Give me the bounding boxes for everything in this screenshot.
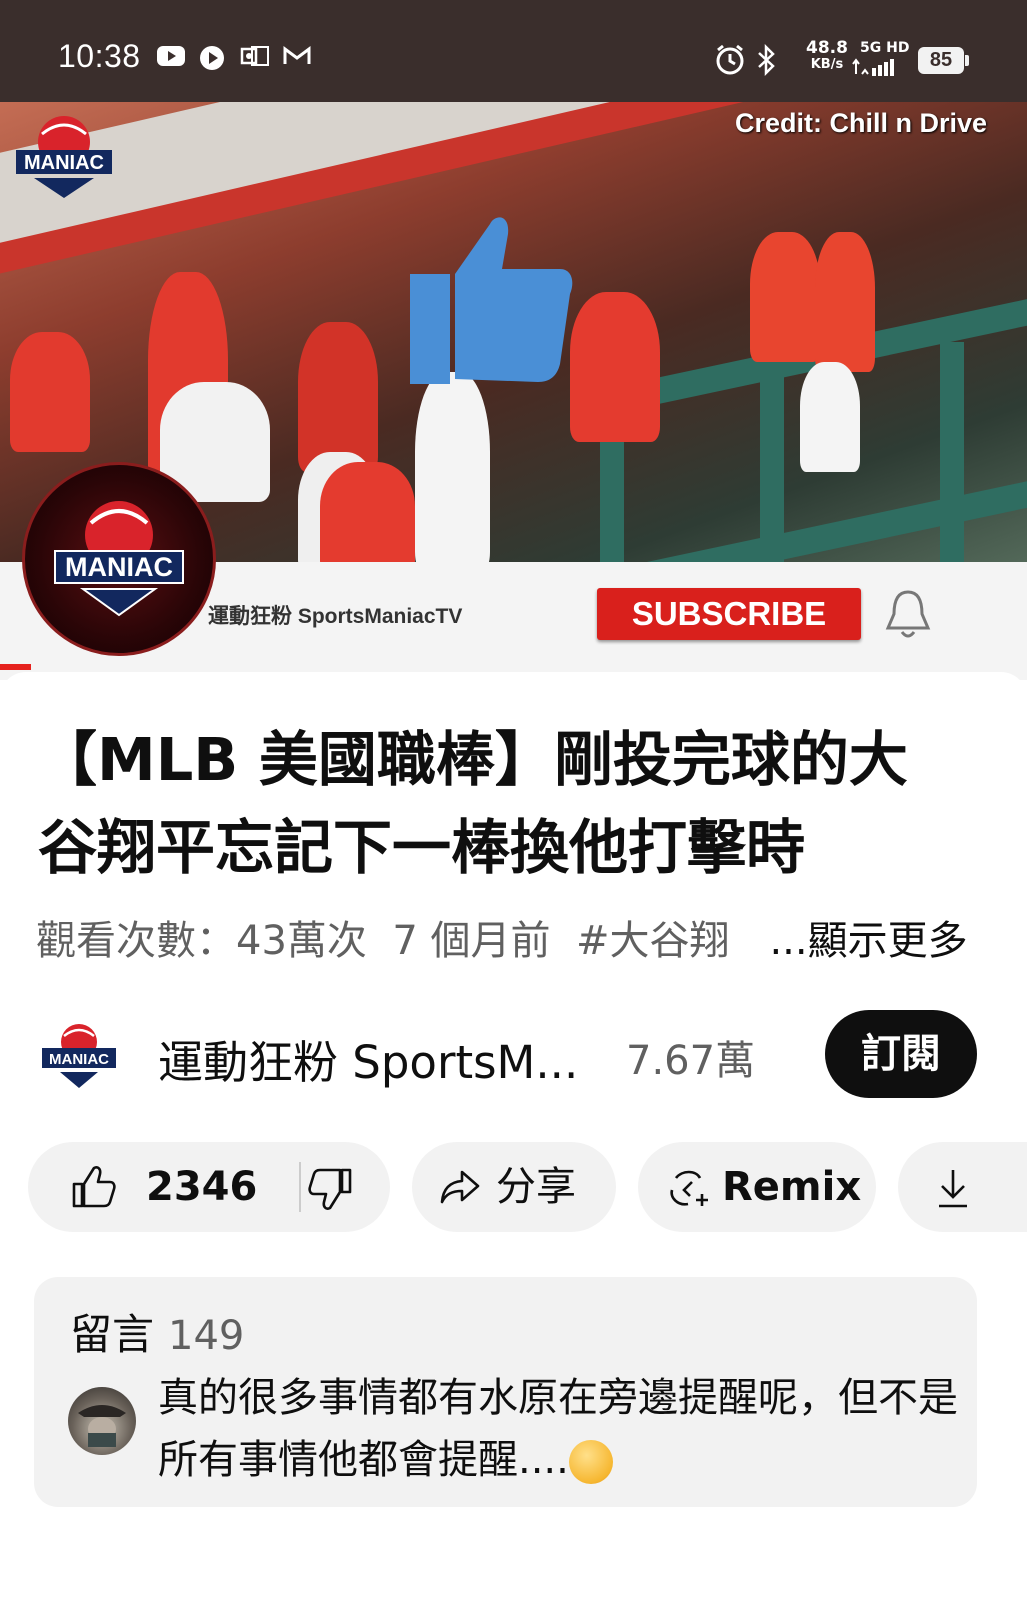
network-speed: 48.8 KB/s xyxy=(806,38,848,73)
channel-avatar[interactable]: MANIAC xyxy=(40,1018,118,1090)
download-icon xyxy=(939,1170,967,1208)
dislike-icon[interactable] xyxy=(308,1168,352,1210)
hashtag-link[interactable]: #大谷翔 xyxy=(576,918,730,964)
comments-panel[interactable]: 留言 149 真的很多事情都有水原在旁邊提醒呢，但不是所有事情他都會提醒.... xyxy=(34,1277,977,1507)
like-icon[interactable] xyxy=(72,1166,116,1208)
play-notification-icon xyxy=(200,46,224,70)
shushing-face-emoji-icon xyxy=(568,1440,613,1484)
remix-label: Remix xyxy=(722,1164,862,1210)
remix-button[interactable]: Remix xyxy=(638,1142,876,1232)
channel-logo-overlay: MANIAC xyxy=(22,462,216,656)
bluetooth-icon xyxy=(758,44,775,76)
share-label: 分享 xyxy=(496,1164,576,1210)
view-count: 觀看次數：43萬次 xyxy=(36,918,367,964)
upload-age: 7 個月前 xyxy=(392,918,551,964)
remix-icon xyxy=(670,1170,708,1206)
network-type: 5G HD xyxy=(860,40,910,56)
alarm-icon xyxy=(716,44,744,75)
top-comment: 真的很多事情都有水原在旁邊提醒呢，但不是所有事情他都會提醒.... xyxy=(158,1375,958,1484)
outlook-notification-icon xyxy=(240,46,269,66)
show-more-link[interactable]: ...顯示更多 xyxy=(769,918,967,964)
like-dislike-pill: 2346 xyxy=(28,1142,390,1232)
svg-text:MANIAC: MANIAC xyxy=(24,152,104,174)
channel-watermark-name: 運動狂粉 SportsManiacTV xyxy=(208,605,463,628)
clock: 10:38 xyxy=(58,38,141,74)
subscriber-count: 7.67萬 xyxy=(626,1038,756,1084)
video-meta[interactable]: 觀看次數：43萬次 7 個月前 #大谷翔 ...顯示更多 xyxy=(36,908,996,966)
sports-maniac-logo: MANIAC xyxy=(16,116,112,198)
comments-heading: 留言 149 xyxy=(70,1310,245,1359)
youtube-notification-icon xyxy=(157,46,185,66)
download-button[interactable] xyxy=(898,1142,1027,1232)
battery-indicator: 85 xyxy=(918,47,969,74)
comments-count: 149 xyxy=(168,1313,245,1359)
status-bar: 10:38 48.8 KB/s 5G HD 85 xyxy=(0,0,1027,102)
bell-icon xyxy=(885,590,931,638)
action-bar: 2346 分享 Remix xyxy=(0,1142,1027,1232)
video-title[interactable]: 【MLB 美國職棒】剛投完球的大谷翔平忘記下一棒換他打擊時 xyxy=(38,716,958,892)
video-credit: Credit: Chill n Drive xyxy=(735,108,988,138)
signal-icon xyxy=(852,58,894,76)
video-progress-bar[interactable] xyxy=(0,664,31,670)
channel-row[interactable]: MANIAC 運動狂粉 SportsM... 7.67萬 訂閱 xyxy=(0,1010,1027,1100)
share-icon xyxy=(440,1170,480,1204)
thumbs-up-sticker-icon xyxy=(410,217,573,384)
channel-name[interactable]: 運動狂粉 SportsM... xyxy=(158,1026,578,1091)
gmail-notification-icon xyxy=(283,46,311,64)
share-button[interactable]: 分享 xyxy=(412,1142,616,1232)
subscribe-button[interactable]: 訂閱 xyxy=(825,1010,977,1098)
video-player[interactable]: Credit: Chill n Drive MANIAC MANIAC 運動狂粉… xyxy=(0,102,1027,680)
commenter-avatar[interactable] xyxy=(68,1387,136,1455)
svg-text:MANIAC: MANIAC xyxy=(49,1051,109,1068)
svg-text:MANIAC: MANIAC xyxy=(65,552,173,582)
like-count[interactable]: 2346 xyxy=(146,1142,257,1232)
subscribe-overlay: SUBSCRIBE xyxy=(597,588,861,640)
